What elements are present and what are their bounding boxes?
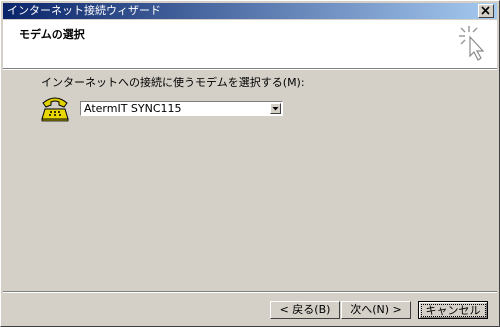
back-button[interactable]: < 戻る(B) (270, 301, 340, 319)
wizard-sparkle-icon (459, 26, 485, 61)
cancel-button[interactable]: キャンセル (418, 301, 488, 319)
wizard-header: モデムの選択 (3, 20, 497, 68)
back-button-label: < 戻る(B) (279, 303, 331, 316)
header-separator (3, 68, 497, 70)
close-button[interactable] (478, 4, 494, 18)
modem-select[interactable]: AtermIT SYNC115 (80, 101, 283, 116)
modem-dropdown-button[interactable] (270, 103, 281, 114)
modem-select-value: AtermIT SYNC115 (84, 102, 182, 115)
modem-prompt-label: インターネットへの接続に使うモデムを選択する(M): (41, 76, 305, 89)
next-button[interactable]: 次へ(N) > (341, 301, 411, 319)
wizard-window: インターネット接続ウィザード モデムの選択 インターネットへの接続に使うモデムを… (0, 0, 500, 327)
chevron-down-icon (272, 107, 279, 111)
cancel-button-label: キャンセル (420, 304, 486, 317)
next-button-label: 次へ(N) > (350, 303, 402, 316)
page-title: モデムの選択 (19, 28, 85, 41)
title-bar[interactable]: インターネット接続ウィザード (3, 3, 497, 19)
footer-separator (3, 291, 497, 293)
telephone-icon (41, 97, 69, 122)
window-title: インターネット接続ウィザード (7, 4, 161, 17)
close-icon (481, 6, 490, 15)
